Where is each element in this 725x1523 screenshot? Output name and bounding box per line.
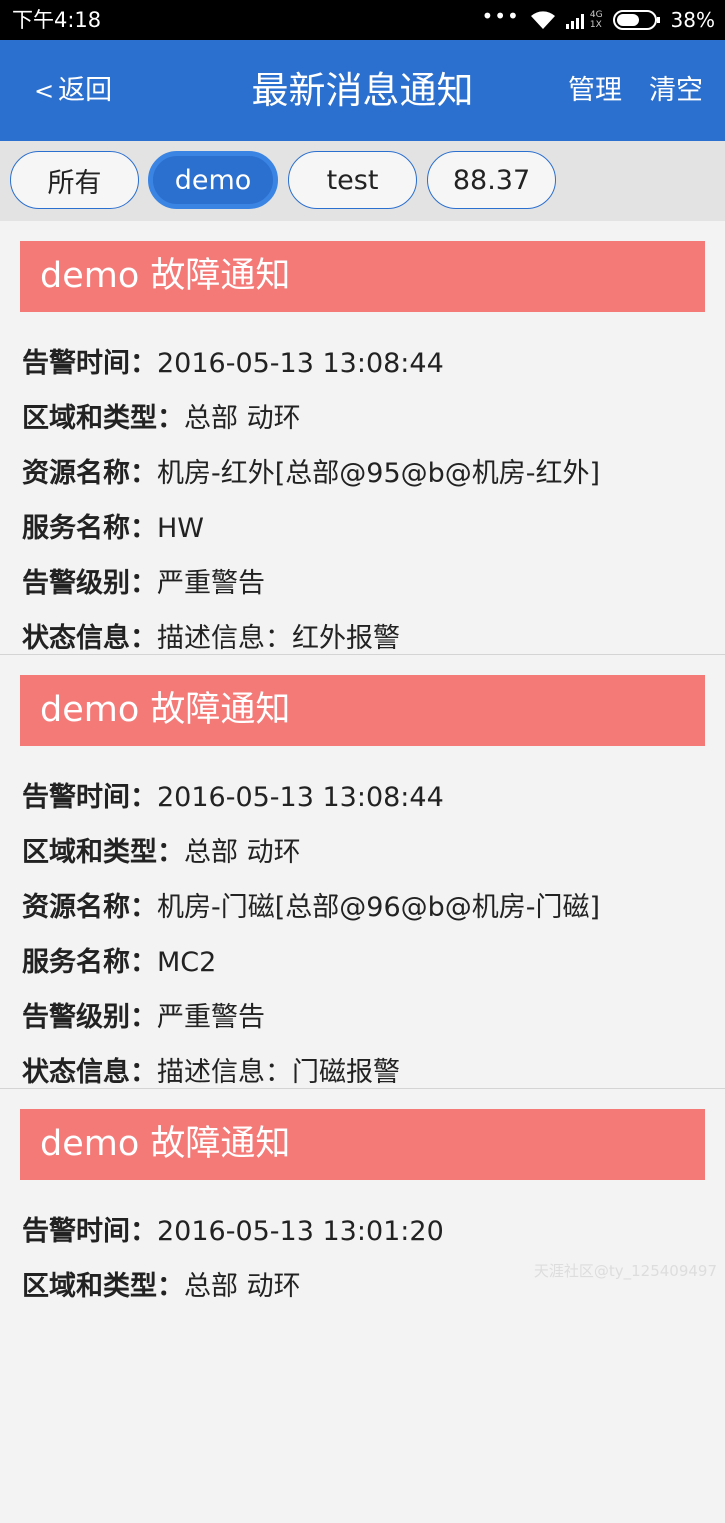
field-alarm-level: 告警级别：严重警告 bbox=[22, 1002, 265, 1033]
watermark: 天涯社区@ty_125409497 bbox=[533, 1262, 717, 1280]
wifi-icon bbox=[530, 11, 555, 29]
field-resource-name: 资源名称：机房-门磁[总部@96@b@机房-门磁] bbox=[22, 892, 601, 923]
message-title: demo 故障通知 bbox=[20, 1109, 705, 1180]
field-resource-name: 资源名称：机房-红外[总部@95@b@机房-红外] bbox=[22, 458, 601, 489]
battery-percent: 38% bbox=[670, 8, 715, 32]
field-alarm-time: 告警时间：2016-05-13 13:08:44 bbox=[22, 782, 444, 813]
filter-tab-bar: 所有 demo test 88.37 bbox=[0, 141, 725, 221]
field-alarm-time: 告警时间：2016-05-13 13:08:44 bbox=[22, 348, 444, 379]
field-region-type: 区域和类型：总部 动环 bbox=[22, 837, 301, 868]
clear-button[interactable]: 清空 bbox=[649, 71, 703, 111]
message-card[interactable]: demo 故障通知 告警时间：2016-05-13 13:08:44 区域和类型… bbox=[0, 221, 725, 655]
field-alarm-level: 告警级别：严重警告 bbox=[22, 568, 265, 599]
tab-all[interactable]: 所有 bbox=[10, 151, 139, 209]
more-dots-icon: ••• bbox=[481, 4, 520, 28]
message-title: demo 故障通知 bbox=[20, 241, 705, 312]
field-status-info: 状态信息：描述信息：红外报警 bbox=[22, 623, 400, 654]
tab-test[interactable]: test bbox=[288, 151, 417, 209]
manage-button[interactable]: 管理 bbox=[568, 71, 622, 111]
field-alarm-time: 告警时间：2016-05-13 13:01:20 bbox=[22, 1216, 444, 1247]
tab-88-37[interactable]: 88.37 bbox=[427, 151, 556, 209]
title-bar: < 返回 最新消息通知 管理 清空 bbox=[0, 40, 725, 141]
tab-demo[interactable]: demo bbox=[148, 151, 278, 209]
status-icons: ••• 4G 1X 38% bbox=[481, 5, 715, 35]
status-time: 下午4:18 bbox=[12, 8, 102, 32]
field-service-name: 服务名称：MC2 bbox=[22, 947, 217, 978]
message-card[interactable]: demo 故障通知 告警时间：2016-05-13 13:01:20 区域和类型… bbox=[0, 1089, 725, 1523]
field-status-info: 状态信息：描述信息：门磁报警 bbox=[22, 1057, 400, 1088]
message-title: demo 故障通知 bbox=[20, 675, 705, 746]
signal-icon: 4G 1X bbox=[565, 10, 603, 30]
message-list: demo 故障通知 告警时间：2016-05-13 13:08:44 区域和类型… bbox=[0, 221, 725, 1523]
field-region-type: 区域和类型：总部 动环 bbox=[22, 403, 301, 434]
battery-icon bbox=[612, 10, 660, 30]
network-type-bottom: 1X bbox=[589, 20, 602, 30]
network-type-top: 4G bbox=[589, 10, 603, 20]
field-region-type: 区域和类型：总部 动环 bbox=[22, 1271, 301, 1302]
field-service-name: 服务名称：HW bbox=[22, 513, 204, 544]
message-card[interactable]: demo 故障通知 告警时间：2016-05-13 13:08:44 区域和类型… bbox=[0, 655, 725, 1089]
status-bar: 下午4:18 ••• 4G 1X 38% bbox=[0, 0, 725, 40]
